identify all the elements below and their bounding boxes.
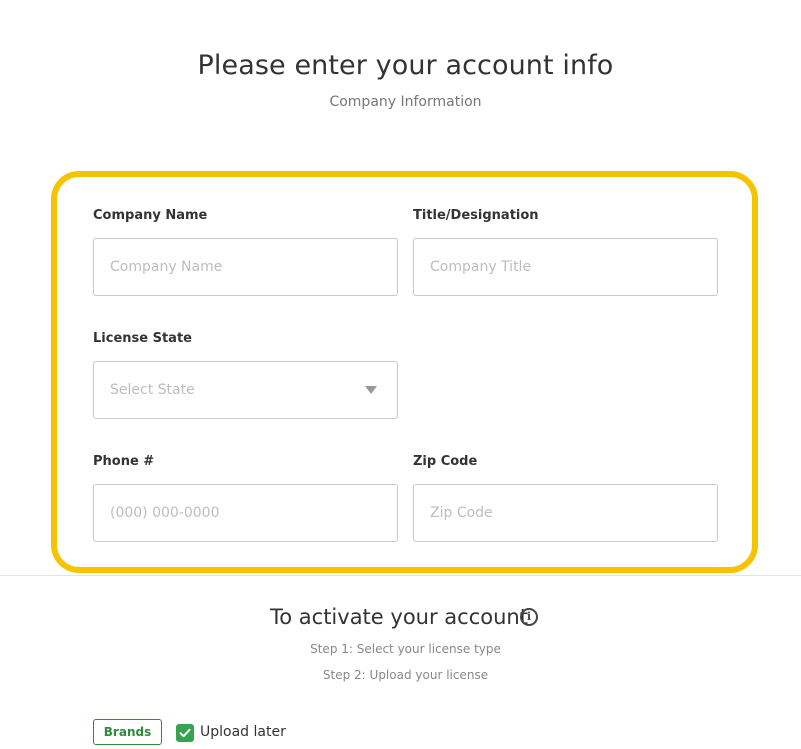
page-subtitle: Company Information (329, 94, 482, 110)
step-1-text: Step 1: Select your license type (310, 642, 501, 656)
company-name-input[interactable] (93, 238, 398, 296)
brands-button[interactable]: Brands (93, 719, 162, 745)
license-state-select[interactable]: Select State (93, 361, 398, 419)
upload-later-checkbox[interactable] (176, 724, 194, 742)
step-2-text: Step 2: Upload your license (322, 668, 489, 682)
license-state-label: License State (93, 331, 192, 346)
chevron-down-icon (365, 386, 377, 394)
checkmark-icon (179, 728, 191, 738)
info-icon[interactable]: i (520, 608, 538, 626)
license-state-placeholder: Select State (110, 382, 195, 398)
zip-code-input[interactable] (413, 484, 718, 542)
company-name-label: Company Name (93, 208, 208, 223)
page-title: Please enter your account info (197, 50, 614, 81)
phone-input[interactable] (93, 484, 398, 542)
upload-later-label[interactable]: Upload later (200, 724, 286, 740)
section-divider (0, 575, 801, 576)
zip-code-label: Zip Code (413, 454, 478, 469)
activate-title: To activate your account (270, 605, 528, 629)
phone-label: Phone # (93, 454, 155, 469)
title-designation-label: Title/Designation (413, 208, 539, 223)
title-designation-input[interactable] (413, 238, 718, 296)
